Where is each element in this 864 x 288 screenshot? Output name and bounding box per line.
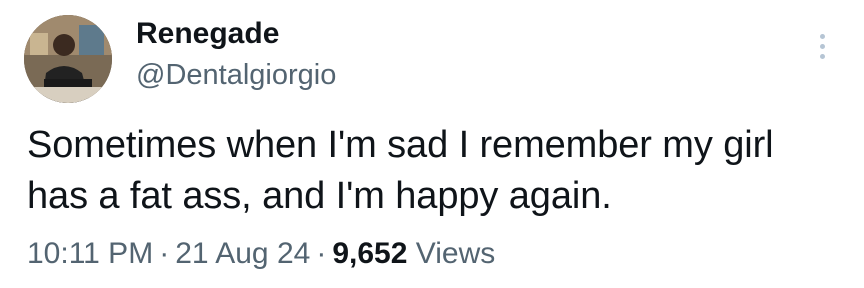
meta-separator: · xyxy=(316,237,327,270)
menu-dot xyxy=(819,54,825,59)
tweet-meta: 10:11 PM · 21 Aug 24 · 9,652 Views xyxy=(27,236,495,272)
tweet-date[interactable]: 21 Aug 24 xyxy=(175,237,310,270)
views-label: Views xyxy=(415,237,496,270)
meta-separator: · xyxy=(159,237,170,270)
tweet-time[interactable]: 10:11 PM xyxy=(27,237,153,270)
avatar[interactable] xyxy=(24,15,112,103)
tweet-text-line: has a fat ass, and I'm happy again. xyxy=(27,175,612,217)
tweet-text: Sometimes when I'm sad I remember my gir… xyxy=(27,120,847,222)
more-vertical-icon[interactable] xyxy=(814,34,830,64)
author-handle[interactable]: @Dentalgiorgio xyxy=(136,57,336,93)
avatar-photo-icon xyxy=(24,15,112,103)
menu-dot xyxy=(819,34,825,39)
author-display-name[interactable]: Renegade xyxy=(136,16,279,52)
menu-dot xyxy=(819,44,825,49)
tweet-text-line: Sometimes when I'm sad I remember my gir… xyxy=(27,124,774,166)
views-count: 9,652 xyxy=(332,237,408,270)
tweet-card: Renegade @Dentalgiorgio Sometimes when I… xyxy=(0,0,864,288)
